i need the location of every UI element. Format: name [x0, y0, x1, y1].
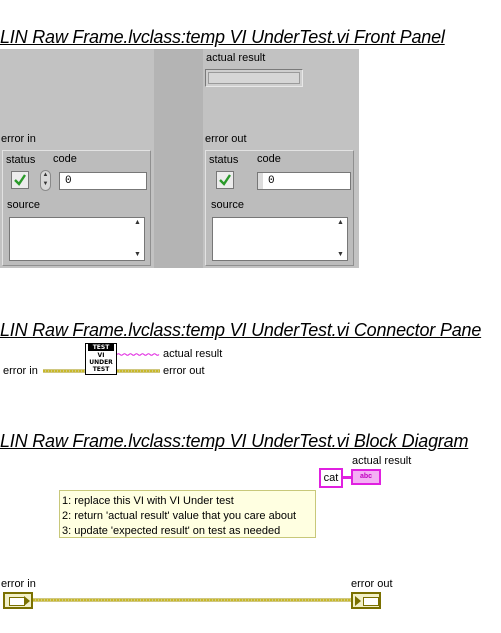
front-panel-title: LIN Raw Frame.lvclass:temp VI UnderTest.…: [0, 27, 445, 47]
front-panel-divider: [154, 49, 203, 268]
code-input[interactable]: 0: [59, 172, 147, 190]
bd-error-in-label: error in: [1, 578, 36, 590]
cp-error-in-label: error in: [3, 365, 38, 377]
comment-line-2: 2: return 'actual result' value that you…: [62, 510, 297, 522]
cp-actual-result-label: actual result: [163, 348, 223, 360]
bd-actual-result-label: actual result: [352, 455, 412, 467]
error-out-terminal[interactable]: [351, 592, 381, 609]
status-label: status: [209, 154, 239, 166]
status-label: status: [6, 154, 36, 166]
string-constant[interactable]: cat: [319, 468, 343, 488]
source-scrollbar[interactable]: ▲ ▼: [131, 218, 144, 260]
scroll-down-icon[interactable]: ▼: [131, 251, 144, 258]
source-textbox[interactable]: ▲ ▼: [9, 217, 145, 261]
comment-box[interactable]: 1: replace this VI with VI Under test 2:…: [59, 490, 316, 538]
error-in-cluster[interactable]: status code ▲ ▼ 0 source ▲ ▼: [2, 150, 151, 266]
code-display: 0: [263, 172, 351, 190]
status-check-icon[interactable]: [11, 171, 29, 189]
error-out-label: error out: [205, 133, 247, 145]
string-wire: [343, 476, 351, 479]
actual-result-label: actual result: [206, 52, 266, 64]
source-textbox[interactable]: ▲ ▼: [212, 217, 348, 261]
actual-result-terminal[interactable]: abc: [351, 469, 381, 485]
comment-line-1: 1: replace this VI with VI Under test: [62, 495, 234, 507]
front-panel: actual result error in status code ▲ ▼ 0 …: [0, 49, 359, 268]
source-scrollbar[interactable]: ▲ ▼: [334, 218, 347, 260]
actual-result-wire: [117, 353, 160, 356]
scroll-up-icon[interactable]: ▲: [131, 219, 144, 226]
scroll-down-icon[interactable]: ▼: [334, 251, 347, 258]
status-check-icon: [216, 171, 234, 189]
vi-icon-line-1: TEST: [92, 344, 110, 351]
block-diagram-title: LIN Raw Frame.lvclass:temp VI UnderTest.…: [0, 431, 469, 451]
cp-error-out-label: error out: [163, 365, 205, 377]
error-out-wire: [117, 369, 160, 373]
vi-icon-line-4: TEST: [92, 366, 110, 373]
error-out-cluster[interactable]: status code 0 source ▲ ▼: [205, 150, 354, 266]
source-label: source: [7, 199, 41, 211]
error-wire: [33, 598, 351, 602]
connector-pane-title: LIN Raw Frame.lvclass:temp VI UnderTest.…: [0, 320, 482, 340]
error-in-terminal[interactable]: [3, 592, 33, 609]
comment-line-3: 3: update 'expected result' on test as n…: [62, 525, 281, 537]
bd-error-out-label: error out: [351, 578, 393, 590]
scroll-up-icon[interactable]: ▲: [334, 219, 347, 226]
actual-result-indicator[interactable]: [205, 69, 303, 87]
source-label: source: [211, 199, 245, 211]
code-spinner[interactable]: ▲ ▼: [40, 170, 51, 191]
code-label: code: [257, 153, 281, 165]
error-in-label: error in: [1, 133, 36, 145]
vi-under-test-icon[interactable]: TEST VI UNDER TEST: [85, 343, 117, 375]
code-label: code: [53, 153, 77, 165]
error-in-wire: [43, 369, 86, 373]
